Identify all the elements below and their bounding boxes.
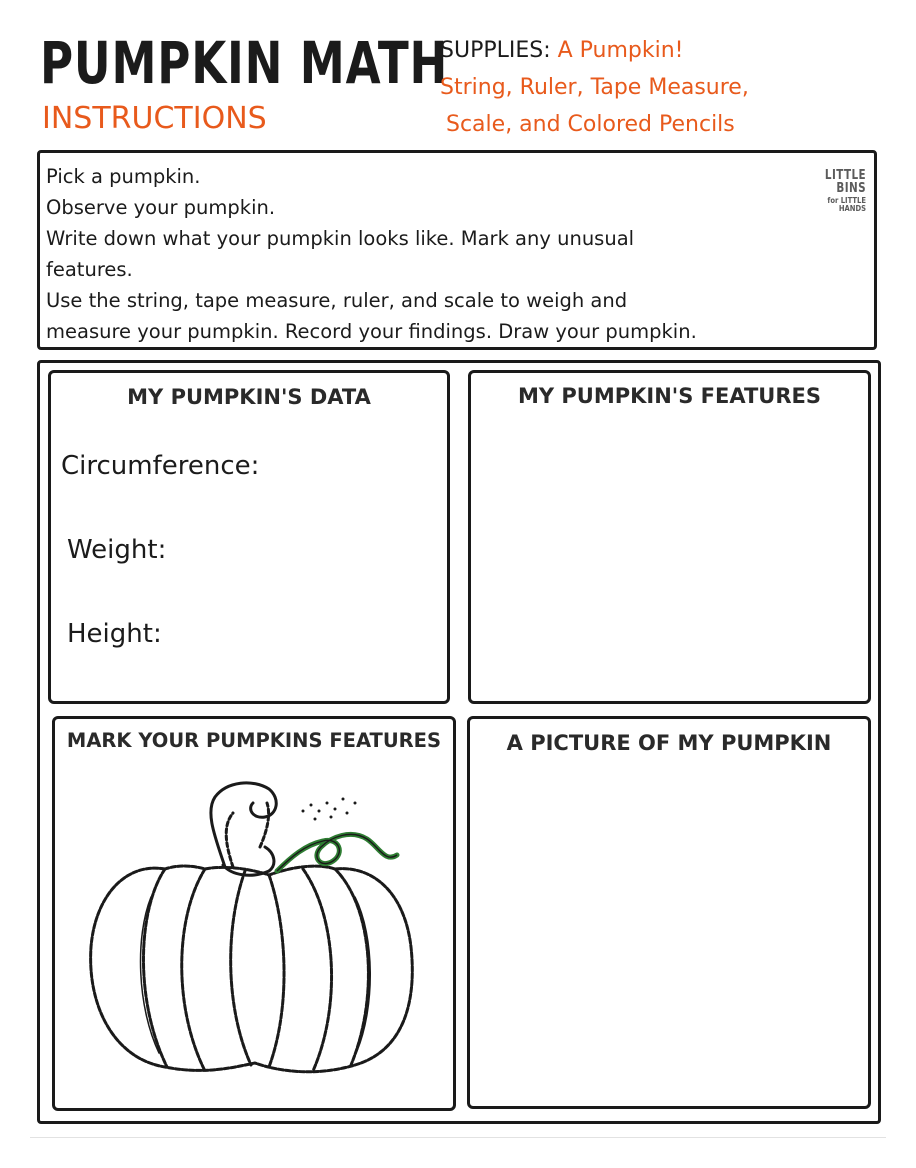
picture-panel-title: A PICTURE OF MY PUMPKIN [506, 731, 832, 755]
supplies-item-pumpkin: A Pumpkin! [557, 38, 684, 63]
features-panel-title: MY PUMPKIN'S FEATURES [517, 384, 821, 408]
page-title: PUMPKIN MATH [40, 29, 449, 97]
mark-features-panel-title: MARK YOUR PUMPKINS FEATURES [66, 729, 442, 752]
circumference-label: Circumference: [61, 451, 260, 481]
little-bins-logo: LITTLE BINS for LITTLE HANDS [788, 169, 866, 213]
mark-features-panel: MARK YOUR PUMPKINS FEATURES [52, 716, 456, 1111]
weight-label: Weight: [67, 535, 167, 565]
bottom-divider [30, 1137, 886, 1138]
worksheet-page: PUMPKIN MATH INSTRUCTIONS SUPPLIES: A Pu… [0, 0, 916, 1168]
supplies-item-tools: String, Ruler, Tape Measure, [440, 75, 749, 100]
instruction-line: measure your pumpkin. Record your findin… [46, 320, 697, 343]
instructions-text: Pick a pumpkin. Observe your pumpkin. Wr… [46, 161, 776, 347]
logo-line-2: for LITTLE HANDS [827, 196, 866, 213]
instruction-line: Write down what your pumpkin looks like.… [46, 227, 635, 250]
data-panel: MY PUMPKIN'S DATA Circumference: Weight:… [48, 370, 450, 704]
supplies-label: SUPPLIES: [440, 38, 551, 63]
page-subtitle: INSTRUCTIONS [42, 101, 267, 136]
height-label: Height: [67, 619, 162, 649]
instruction-line: features. [46, 258, 133, 281]
instructions-box: Pick a pumpkin. Observe your pumpkin. Wr… [37, 150, 877, 350]
logo-line-1: LITTLE BINS [824, 168, 866, 196]
instruction-line: Pick a pumpkin. [46, 165, 201, 188]
instruction-line: Observe your pumpkin. [46, 196, 276, 219]
data-panel-title: MY PUMPKIN'S DATA [127, 385, 371, 409]
instruction-line: Use the string, tape measure, ruler, and… [46, 289, 628, 312]
supplies-block: SUPPLIES: A Pumpkin! String, Ruler, Tape… [440, 32, 749, 143]
features-panel: MY PUMPKIN'S FEATURES [468, 370, 871, 704]
pumpkin-outline-drawing [89, 781, 414, 1074]
supplies-item-scale: Scale, and Colored Pencils [446, 112, 735, 137]
picture-panel: A PICTURE OF MY PUMPKIN [467, 716, 871, 1109]
